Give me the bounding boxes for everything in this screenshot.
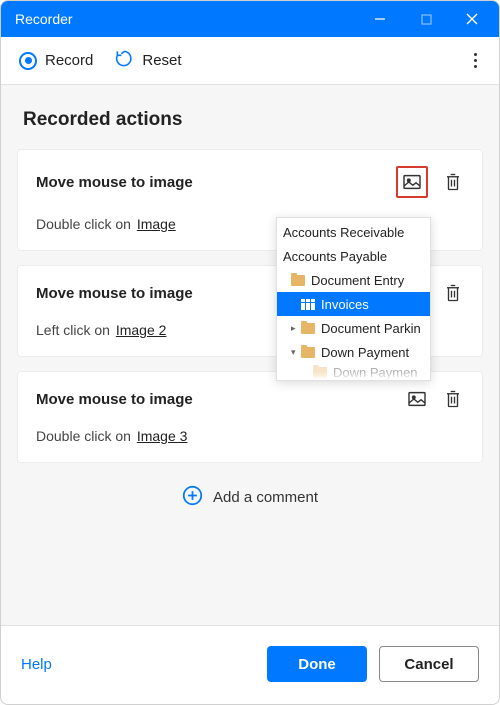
done-button[interactable]: Done <box>267 646 367 682</box>
toolbar: Record Reset <box>1 37 499 85</box>
window-controls <box>357 1 495 37</box>
image-preview-highlight <box>396 166 428 198</box>
action-card[interactable]: Move mouse to image Double click on Imag… <box>17 371 483 463</box>
delete-button[interactable] <box>442 388 464 410</box>
record-icon <box>19 52 37 70</box>
undo-icon <box>115 49 134 72</box>
target-link[interactable]: Image 3 <box>137 428 188 444</box>
image-preview-button[interactable] <box>406 388 428 410</box>
trash-icon <box>444 389 462 409</box>
reset-label: Reset <box>142 52 181 69</box>
folder-icon <box>291 275 305 286</box>
minimize-icon <box>374 13 386 25</box>
close-icon <box>466 13 478 25</box>
help-link[interactable]: Help <box>21 656 255 673</box>
minimize-button[interactable] <box>357 1 403 37</box>
maximize-button[interactable] <box>403 1 449 37</box>
action-title: Move mouse to image <box>36 391 193 408</box>
record-label: Record <box>45 52 93 69</box>
trash-icon <box>444 283 462 303</box>
more-options-button[interactable] <box>470 49 481 72</box>
action-title: Move mouse to image <box>36 174 193 191</box>
tree-item[interactable]: ▾ Down Payment <box>277 340 430 364</box>
image-preview-button[interactable] <box>401 171 423 193</box>
delete-button[interactable] <box>442 171 464 193</box>
action-title: Move mouse to image <box>36 285 193 302</box>
record-button[interactable]: Record <box>19 52 93 70</box>
bottom-bar: Help Done Cancel <box>1 625 499 704</box>
reset-button[interactable]: Reset <box>115 49 181 72</box>
close-button[interactable] <box>449 1 495 37</box>
tree-item[interactable]: ▸ Document Parkin <box>277 316 430 340</box>
tree-item[interactable]: Document Entry <box>277 268 430 292</box>
folder-icon <box>301 347 315 358</box>
section-title: Recorded actions <box>17 101 483 149</box>
picture-icon <box>402 174 422 190</box>
titlebar: Recorder <box>1 1 499 37</box>
picture-icon <box>407 391 427 407</box>
target-link[interactable]: Image 2 <box>116 322 167 338</box>
expander-icon[interactable]: ▸ <box>291 323 301 334</box>
target-link[interactable]: Image <box>137 216 176 232</box>
add-comment-button[interactable]: Add a comment <box>17 463 483 524</box>
tree-item[interactable]: Accounts Payable <box>277 244 430 268</box>
delete-button[interactable] <box>442 282 464 304</box>
add-comment-label: Add a comment <box>213 489 318 506</box>
window-title: Recorder <box>15 11 357 27</box>
expander-icon[interactable]: ▾ <box>291 347 301 358</box>
maximize-icon <box>421 14 432 25</box>
image-target-popup: Accounts Receivable Accounts Payable Doc… <box>276 217 431 381</box>
cancel-button[interactable]: Cancel <box>379 646 479 682</box>
plus-circle-icon <box>182 485 203 510</box>
action-description: Double click on Image 3 <box>36 428 464 444</box>
grid-icon <box>301 299 315 310</box>
folder-icon <box>301 323 315 334</box>
tree-item[interactable]: Accounts Receivable <box>277 220 430 244</box>
trash-icon <box>444 172 462 192</box>
tree-item-selected[interactable]: Invoices <box>277 292 430 316</box>
